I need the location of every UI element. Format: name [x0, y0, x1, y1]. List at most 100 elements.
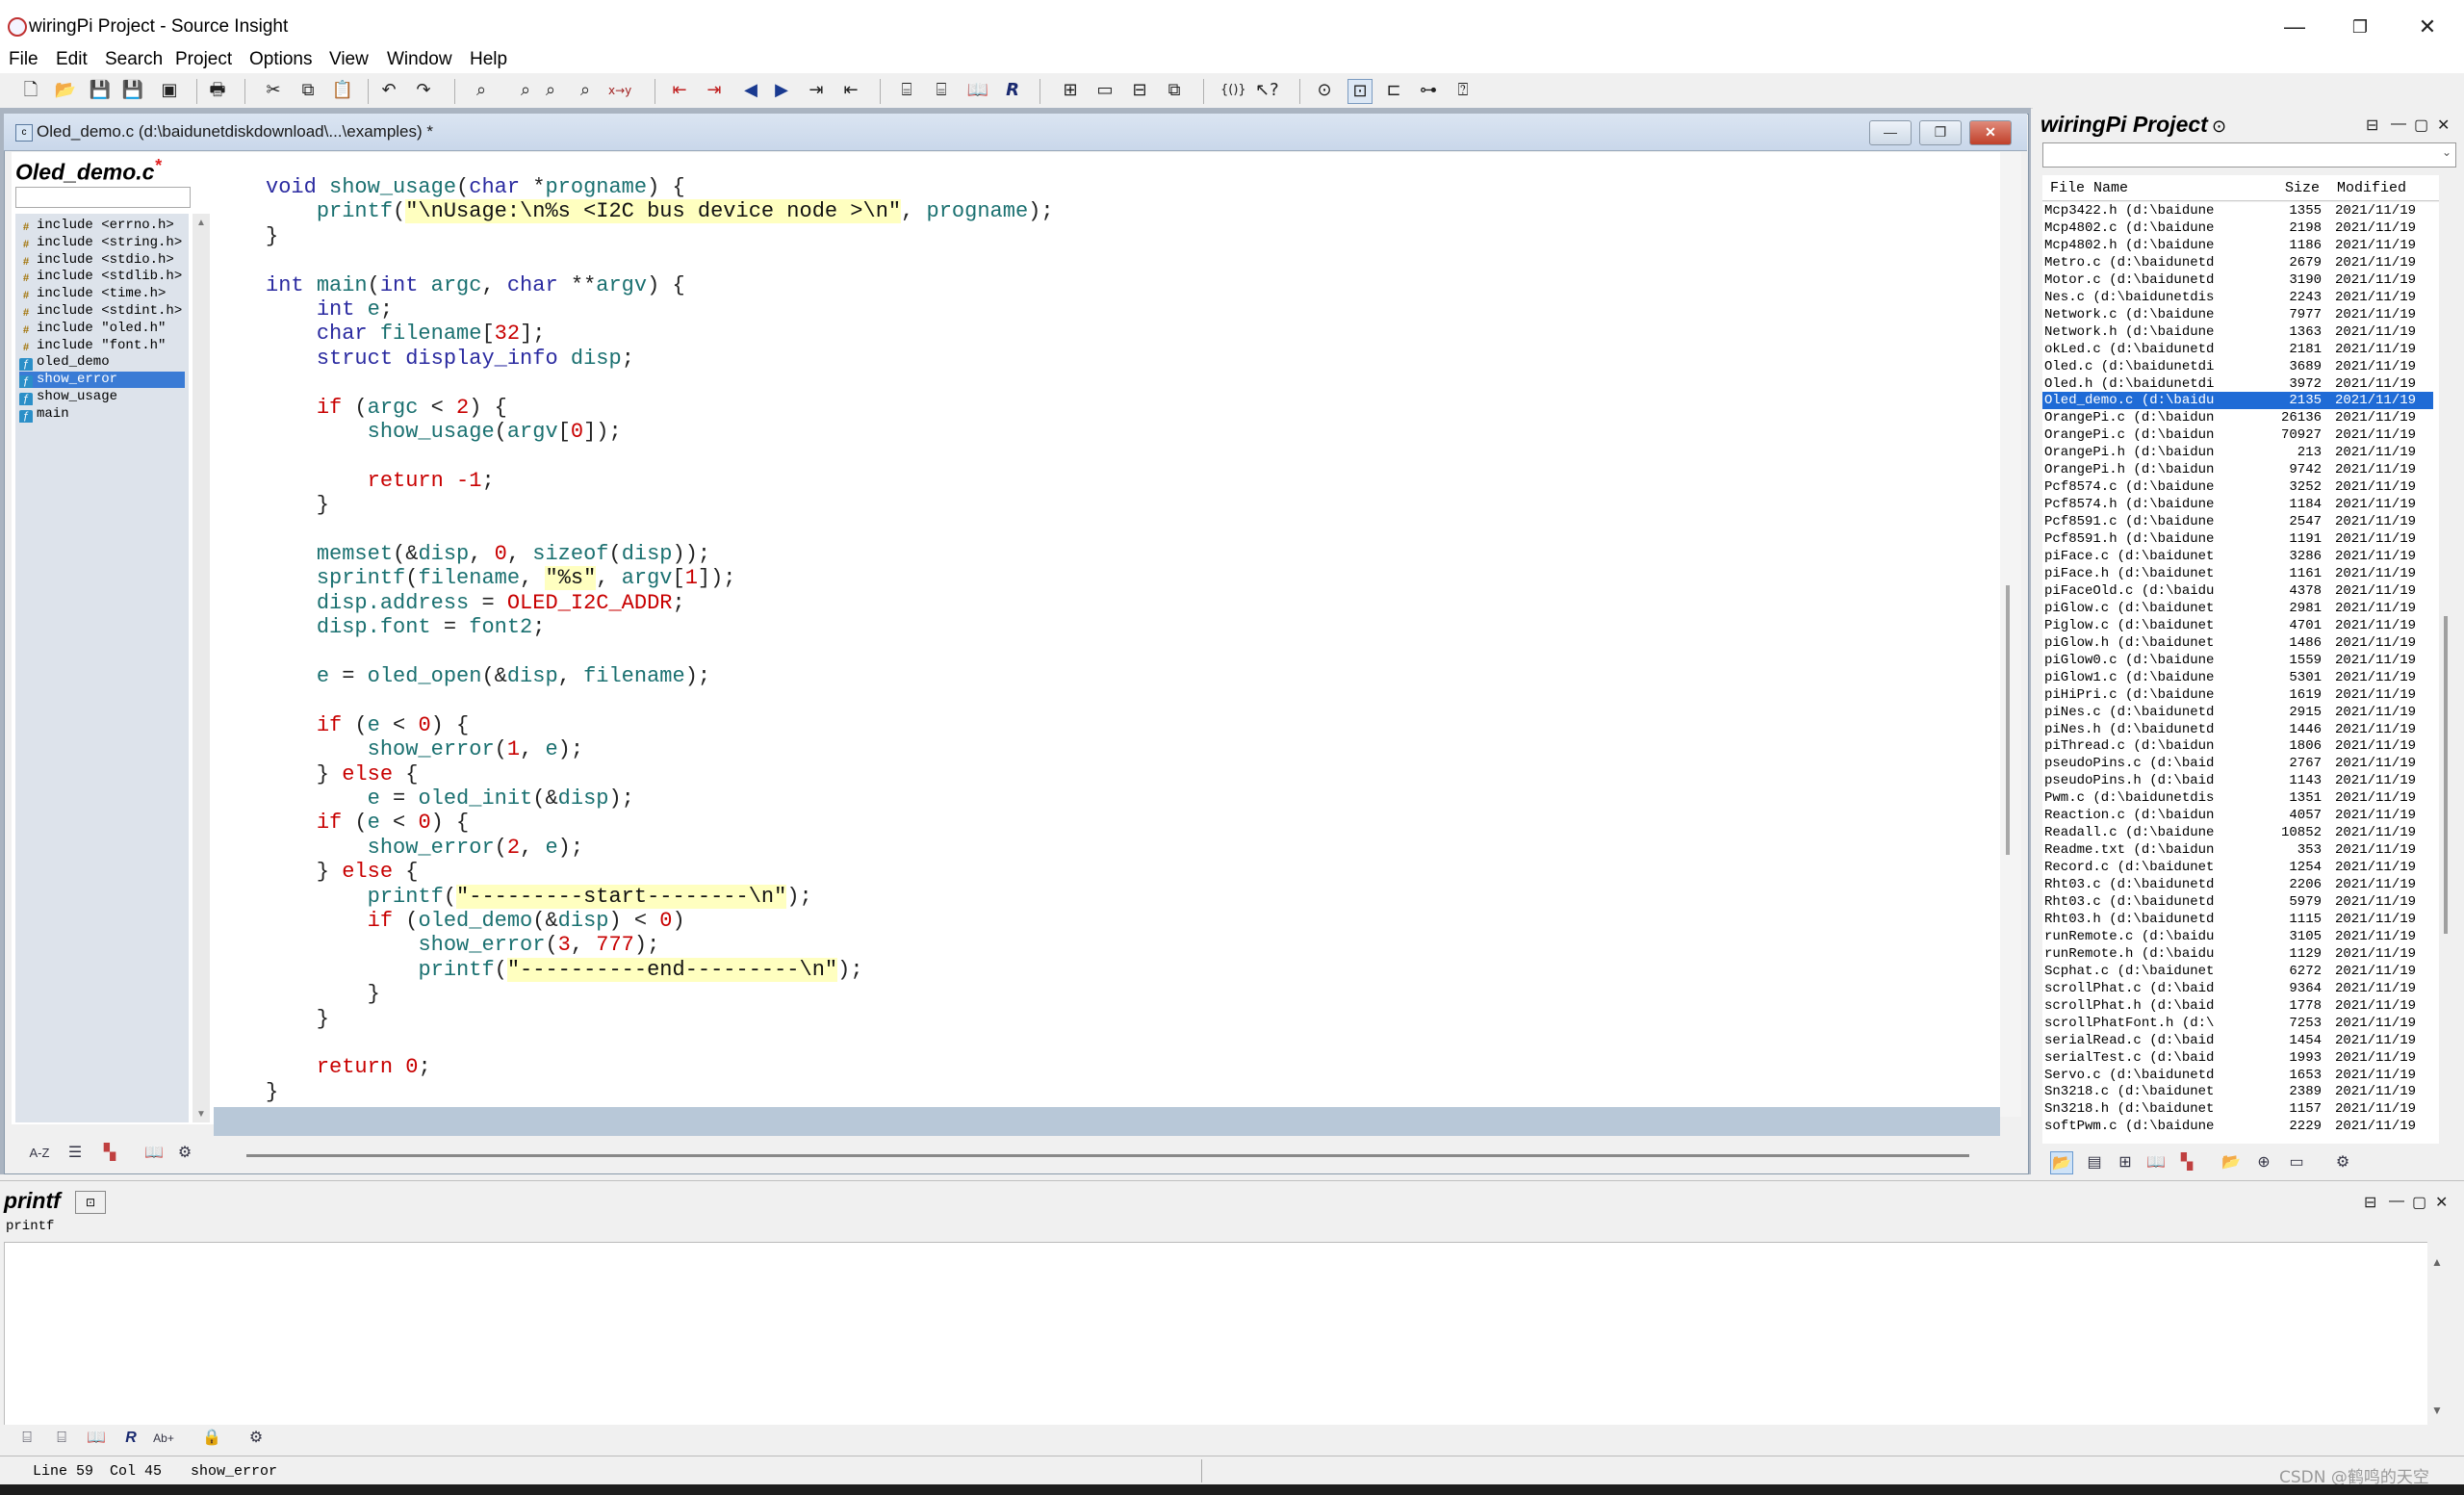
context-lock-icon[interactable]: ⊡ — [75, 1191, 106, 1214]
find-icon[interactable]: ⌕ — [470, 79, 493, 102]
file-row[interactable]: Oled.c (d:\baidunetdi 3689 2021/11/19 — [2042, 358, 2433, 375]
symbol-item[interactable]: ƒ show_error — [19, 372, 185, 389]
symbol-item[interactable]: # include "oled.h" — [19, 321, 185, 337]
settings-icon[interactable]: ⚙ — [244, 1427, 268, 1450]
symbol-item[interactable]: # include <string.h> — [19, 235, 185, 251]
editor-horizontal-scrollbar[interactable] — [214, 1136, 2023, 1171]
scroll-down-icon[interactable]: ▼ — [2431, 1404, 2443, 1417]
file-row[interactable]: Mcp4802.h (d:\baidune 1186 2021/11/19 — [2042, 237, 2433, 254]
file-row[interactable]: Rht03.c (d:\baidunetd 5979 2021/11/19 — [2042, 893, 2433, 911]
symbol-window-icon[interactable]: ⊶ — [1417, 79, 1440, 102]
list-view-icon[interactable]: ☰ — [64, 1142, 87, 1165]
file-row[interactable]: Network.c (d:\baidune 7977 2021/11/19 — [2042, 306, 2433, 323]
undo-icon[interactable]: ↶ — [377, 79, 400, 102]
jump-definition-icon[interactable]: ⌸ — [50, 1427, 73, 1450]
scroll-thumb[interactable] — [2444, 616, 2448, 934]
file-row[interactable]: Servo.c (d:\baidunetd 1653 2021/11/19 — [2042, 1067, 2433, 1084]
jump-definition-icon[interactable]: ⌸ — [930, 79, 953, 102]
file-row[interactable]: scrollPhat.h (d:\baid 1778 2021/11/19 — [2042, 997, 2433, 1015]
find-previous-icon[interactable]: ⌕ — [514, 79, 537, 102]
file-row[interactable]: scrollPhatFont.h (d:\ 7253 2021/11/19 — [2042, 1015, 2433, 1032]
file-row[interactable]: softPwm.c (d:\baidune 2229 2021/11/19 — [2042, 1118, 2433, 1135]
parens-icon[interactable]: {()} — [1220, 79, 1246, 102]
file-row[interactable]: piHiPri.c (d:\baidune 1619 2021/11/19 — [2042, 686, 2433, 704]
file-row[interactable]: Record.c (d:\baidunet 1254 2021/11/19 — [2042, 859, 2433, 876]
menu-view[interactable]: View — [329, 49, 369, 70]
file-row[interactable]: Nes.c (d:\baidunetdis 2243 2021/11/19 — [2042, 289, 2433, 306]
cascade-icon[interactable]: ⧉ — [1163, 79, 1186, 102]
file-list-view-icon[interactable]: 📂 — [2050, 1151, 2073, 1174]
file-row[interactable]: piNes.h (d:\baidunetd 1446 2021/11/19 — [2042, 721, 2433, 738]
maximize-button[interactable]: ❐ — [2341, 12, 2379, 42]
scroll-up-icon[interactable]: ▲ — [2431, 1255, 2443, 1269]
lock-icon[interactable]: 🔒 — [200, 1427, 223, 1450]
file-row[interactable]: Rht03.c (d:\baidunetd 2206 2021/11/19 — [2042, 876, 2433, 893]
bookmark-prev-icon[interactable]: ⇤ — [668, 79, 691, 102]
context-window-icon[interactable]: ⊡ — [1348, 79, 1373, 104]
menu-file[interactable]: File — [9, 49, 38, 70]
panel-maximize-icon[interactable]: ▢ — [2412, 1193, 2426, 1212]
file-row[interactable]: piGlow1.c (d:\baidune 5301 2021/11/19 — [2042, 669, 2433, 686]
panel-minimize-icon[interactable]: — — [2389, 1193, 2404, 1210]
file-row[interactable]: OrangePi.h (d:\baidun 9742 2021/11/19 — [2042, 461, 2433, 478]
scroll-down-icon[interactable]: ▼ — [196, 1109, 206, 1120]
symbol-item[interactable]: ƒ oled_demo — [19, 354, 185, 372]
file-row[interactable]: OrangePi.c (d:\baidun 70927 2021/11/19 — [2042, 426, 2433, 444]
relation-window-icon[interactable]: ⊏ — [1382, 79, 1405, 102]
file-row[interactable]: Readme.txt (d:\baidun 353 2021/11/19 — [2042, 841, 2433, 859]
file-row[interactable]: scrollPhat.c (d:\baid 9364 2021/11/19 — [2042, 980, 2433, 997]
file-row[interactable]: Metro.c (d:\baidunetd 2679 2021/11/19 — [2042, 254, 2433, 271]
file-row[interactable]: Oled_demo.c (d:\baidu 2135 2021/11/19 — [2042, 392, 2433, 410]
file-row[interactable]: piFace.h (d:\baidunet 1161 2021/11/19 — [2042, 565, 2433, 582]
file-grid-icon[interactable]: ⊞ — [2114, 1151, 2137, 1174]
symbol-item[interactable]: ƒ show_usage — [19, 389, 185, 405]
doc-close-button[interactable]: ✕ — [1969, 120, 2012, 145]
panel-close-icon[interactable]: ✕ — [2435, 1193, 2448, 1212]
book-icon[interactable]: 📖 — [142, 1142, 166, 1165]
paste-icon[interactable]: 📋 — [331, 79, 354, 102]
symbol-item[interactable]: # include <stdlib.h> — [19, 269, 185, 285]
doc-restore-button[interactable]: ❐ — [1919, 120, 1962, 145]
panel-pin-icon[interactable]: ⊟ — [2366, 116, 2378, 135]
menu-search[interactable]: Search — [105, 49, 163, 70]
symbol-item[interactable]: # include "font.h" — [19, 338, 185, 354]
symbol-lookup-icon[interactable]: ⌸ — [15, 1427, 38, 1450]
references-icon[interactable]: R — [119, 1427, 142, 1450]
pointer-help-icon[interactable]: ↖? — [1255, 79, 1279, 102]
new-file-icon[interactable]: 🗋 — [19, 79, 42, 102]
panel-pin-icon[interactable]: ⊟ — [2364, 1193, 2376, 1212]
file-row[interactable]: pseudoPins.c (d:\baid 2767 2021/11/19 — [2042, 755, 2433, 772]
go-back-icon[interactable]: ◀ — [739, 79, 762, 102]
category-icon[interactable]: ▚ — [2175, 1151, 2198, 1174]
settings-icon[interactable]: ⚙ — [2331, 1151, 2354, 1174]
abbreviation-icon[interactable]: Ab+ — [152, 1427, 175, 1450]
menu-window[interactable]: Window — [387, 49, 452, 70]
file-row[interactable]: Pcf8591.h (d:\baidune 1191 2021/11/19 — [2042, 530, 2433, 548]
clip-window-icon[interactable]: ⍰ — [1451, 79, 1475, 102]
menu-project[interactable]: Project — [175, 49, 232, 70]
book-icon[interactable]: 📖 — [85, 1427, 108, 1450]
split-icon[interactable]: ⊟ — [1128, 79, 1151, 102]
book-icon[interactable]: 📖 — [2144, 1151, 2168, 1174]
symbol-item[interactable]: # include <errno.h> — [19, 218, 185, 234]
file-row[interactable]: piFaceOld.c (d:\baidu 4378 2021/11/19 — [2042, 582, 2433, 600]
cut-icon[interactable]: ✂ — [262, 79, 285, 102]
chevron-down-icon[interactable]: ⌄ — [2442, 145, 2451, 159]
add-file-icon[interactable]: ⊕ — [2252, 1151, 2275, 1174]
close-button[interactable]: ✕ — [2408, 12, 2447, 42]
search-files-icon[interactable]: ⌕ — [574, 79, 597, 102]
column-size[interactable]: Size — [2285, 180, 2320, 196]
column-modified[interactable]: Modified — [2337, 180, 2406, 196]
file-row[interactable]: OrangePi.c (d:\baidun 26136 2021/11/19 — [2042, 409, 2433, 426]
settings-icon[interactable]: ⚙ — [173, 1142, 196, 1165]
bookmark-next-icon[interactable]: ⇥ — [703, 79, 726, 102]
category-icon[interactable]: ▚ — [98, 1142, 121, 1165]
open-folder-icon[interactable]: 📂 — [54, 79, 77, 102]
file-row[interactable]: piFace.c (d:\baidunet 3286 2021/11/19 — [2042, 548, 2433, 565]
file-row[interactable]: okLed.c (d:\baidunetd 2181 2021/11/19 — [2042, 341, 2433, 358]
file-row[interactable]: piGlow.c (d:\baidunet 2981 2021/11/19 — [2042, 600, 2433, 617]
file-row[interactable]: serialTest.c (d:\baid 1993 2021/11/19 — [2042, 1049, 2433, 1067]
file-row[interactable]: piGlow0.c (d:\baidune 1559 2021/11/19 — [2042, 652, 2433, 669]
close-file-icon[interactable]: ▣ — [158, 79, 181, 102]
menu-help[interactable]: Help — [470, 49, 507, 70]
